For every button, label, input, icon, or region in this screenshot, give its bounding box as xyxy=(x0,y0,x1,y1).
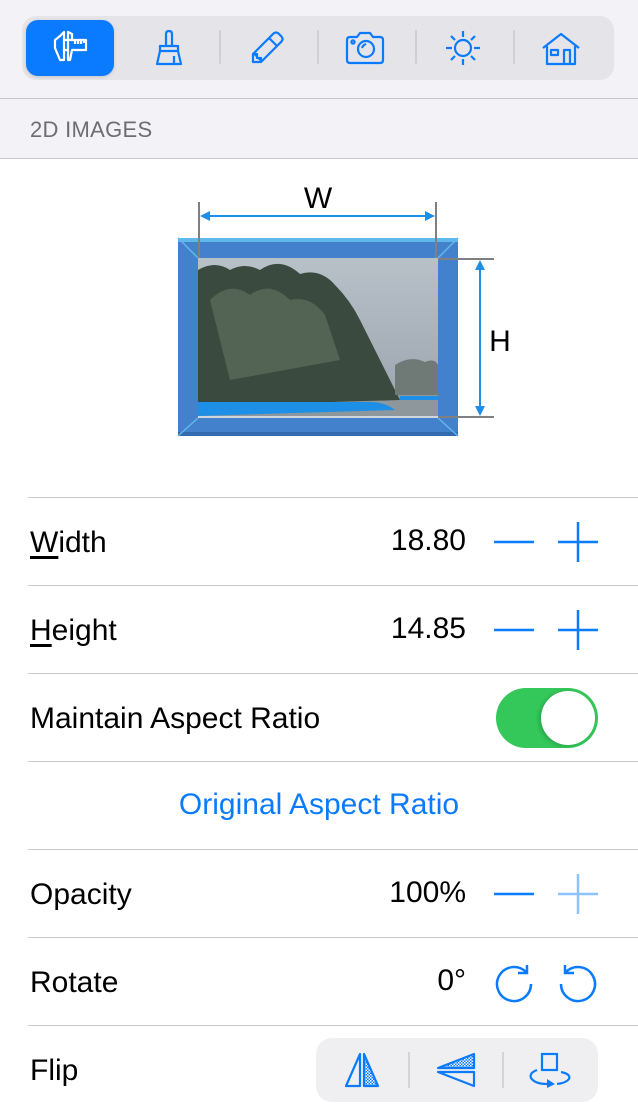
height-label: Height xyxy=(30,614,117,647)
height-letter-label: H xyxy=(489,325,511,358)
rotate-3d-icon xyxy=(529,1052,571,1088)
tool-camera-button[interactable] xyxy=(316,16,414,80)
sun-icon xyxy=(446,31,480,65)
width-increase-button[interactable] xyxy=(556,520,600,564)
toggle-knob xyxy=(541,691,595,745)
pencil-icon xyxy=(251,31,284,64)
width-label: Width xyxy=(30,526,107,559)
flip-horizontal-button[interactable] xyxy=(316,1038,408,1102)
diagram-svg: W H xyxy=(177,182,511,437)
maintain-aspect-label: Maintain Aspect Ratio xyxy=(30,702,321,735)
maintain-aspect-toggle[interactable] xyxy=(496,688,598,748)
brush-icon xyxy=(155,29,183,66)
tool-pencil-button[interactable] xyxy=(218,16,316,80)
flip-vertical-icon xyxy=(436,1052,476,1088)
flip-vertical-button[interactable] xyxy=(410,1038,502,1102)
opacity-label: Opacity xyxy=(30,878,132,911)
width-row: Width 18.80 xyxy=(28,497,638,585)
tool-light-button[interactable] xyxy=(414,16,512,80)
section-title: 2D IMAGES xyxy=(30,117,153,142)
opacity-row: Opacity 100% xyxy=(28,849,638,937)
opacity-increase-button[interactable] xyxy=(556,872,600,916)
rotate-clockwise-button[interactable] xyxy=(492,960,536,1004)
width-decrease-button[interactable] xyxy=(492,520,536,564)
rotate-label: Rotate xyxy=(30,966,119,999)
flip-horizontal-icon xyxy=(344,1052,380,1088)
flip-rotate-3d-button[interactable] xyxy=(504,1038,596,1102)
rotate-value: 0° xyxy=(437,964,466,997)
camera-icon xyxy=(345,31,385,65)
height-decrease-button[interactable] xyxy=(492,608,536,652)
caliper-icon xyxy=(53,30,88,62)
height-value: 14.85 xyxy=(390,612,466,645)
image-dimension-diagram: W H xyxy=(170,170,530,450)
rotate-row: Rotate 0° xyxy=(28,937,638,1025)
flip-label: Flip xyxy=(30,1054,79,1087)
section-header: 2D IMAGES xyxy=(0,99,638,159)
flip-row: Flip xyxy=(28,1025,638,1113)
original-aspect-ratio-button[interactable]: Original Aspect Ratio xyxy=(28,788,610,822)
tool-segmented-control xyxy=(22,16,614,80)
house-icon xyxy=(542,32,580,66)
tool-home-button[interactable] xyxy=(512,16,610,80)
photo-snowy-trees xyxy=(198,258,438,418)
width-value: 18.80 xyxy=(390,524,466,557)
height-row: Height 14.85 xyxy=(28,585,638,673)
height-increase-button[interactable] xyxy=(556,608,600,652)
opacity-value: 100% xyxy=(389,876,466,909)
width-letter-label: W xyxy=(304,182,333,215)
maintain-aspect-row: Maintain Aspect Ratio xyxy=(28,673,638,761)
original-aspect-row: Original Aspect Ratio xyxy=(28,761,638,849)
flip-segmented-control xyxy=(316,1038,598,1102)
tool-measure-button[interactable] xyxy=(26,20,114,76)
tool-brush-button[interactable] xyxy=(120,16,218,80)
opacity-decrease-button[interactable] xyxy=(492,872,536,916)
top-toolbar xyxy=(0,0,638,99)
rotate-counterclockwise-button[interactable] xyxy=(556,960,600,1004)
